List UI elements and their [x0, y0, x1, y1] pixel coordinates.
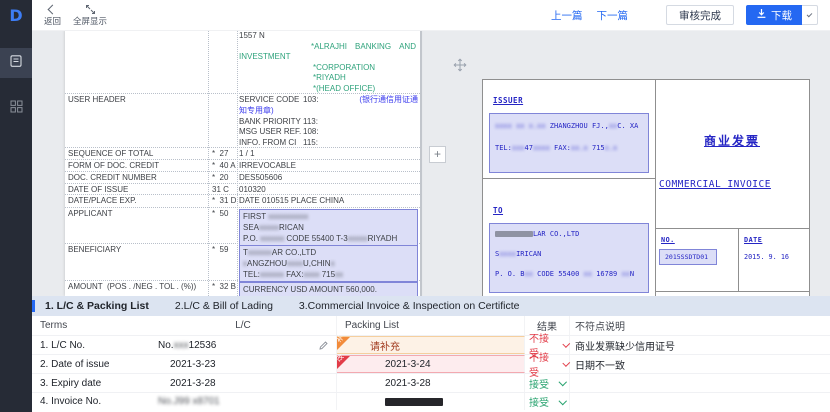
invoice-no-label: NO.	[661, 236, 675, 244]
zoom-in-button[interactable]: +	[429, 146, 446, 163]
app-window: D 返回 全屏显示 上一篇 下一篇 审核完成	[0, 0, 830, 412]
document-scrollbar[interactable]	[420, 30, 422, 296]
highlighted-field: CURRENCY USD AMOUNT 560,000.	[239, 282, 418, 296]
download-button[interactable]: 下载	[746, 5, 802, 25]
edit-icon[interactable]	[319, 341, 328, 350]
result-select[interactable]: 接受	[529, 376, 566, 391]
comparison-tabbar: 1. L/C & Packing List 2.L/C & Bill of La…	[32, 296, 830, 316]
sidebar: D	[0, 0, 32, 412]
tab-commercial-invoice-inspection[interactable]: 3.Commercial Invoice & Inspection on Cer…	[299, 300, 520, 312]
commercial-invoice-document: ISSUER xxxx xx x.xx ZHANGZHOU FJ.,xxC. X…	[482, 79, 810, 298]
download-split-button: 下载	[746, 5, 818, 25]
topbar: 返回 全屏显示 上一篇 下一篇 审核完成 下载	[32, 0, 830, 31]
swift-row-header-tail: 1557 N *ALRAJHIBANKINGAND INVESTMENT *CO…	[65, 30, 420, 94]
review-complete-button[interactable]: 审核完成	[666, 5, 734, 25]
topbar-actions: 上一篇 下一篇 审核完成 下载	[537, 5, 830, 25]
swift-row-date-place-exp: DATE/PLACE EXP.* 31 DDATE 010515 PLACE C…	[65, 195, 420, 208]
bank-stamp-note: (银行通信用证通	[359, 95, 418, 106]
next-doc-link[interactable]: 下一篇	[597, 8, 629, 23]
grid-icon	[10, 100, 23, 118]
issuer-highlight-box: xxxx xx x.xx ZHANGZHOU FJ.,xxC. XA TEL:x…	[489, 113, 649, 173]
table-header-row: Terms L/C Packing List 结果 不符点说明	[32, 316, 830, 336]
sidebar-item-dashboard[interactable]	[0, 94, 32, 124]
app-logo[interactable]: D	[5, 4, 27, 26]
redaction-block	[385, 398, 443, 406]
sidebar-item-documents[interactable]	[0, 48, 32, 78]
invoice-no-highlight-box: 2015SSDTD01	[659, 249, 717, 265]
table-row: 2. Date of issue 2021-3-23 改 2021-3-24 不…	[32, 355, 830, 374]
invoice-date-value: 2015. 9. 16	[744, 253, 789, 261]
back-icon	[49, 4, 56, 15]
highlighted-field: FIRST xxxxxxxxxx SEAxxxxxRICAN P.O. xxxx…	[239, 209, 418, 246]
invoice-date-label: DATE	[744, 236, 762, 244]
swift-row-sequence-of-total: SEQUENCE OF TOTAL* 271 / 1	[65, 148, 420, 160]
invoice-title-en: COMMERCIAL INVOICE	[659, 179, 771, 190]
table-row: 4. Invoice No. No.J99 x8701 接受	[32, 393, 830, 410]
swift-row-amount: AMOUNT (POS . /NEG . TOL . (%))* 32 B CU…	[65, 281, 420, 296]
lc-swift-document: 1557 N *ALRAJHIBANKINGAND INVESTMENT *CO…	[65, 30, 420, 296]
swift-row-beneficiary: BENEFICIARY* 59 TxxxxxxAR CO.,LTD xANGZH…	[65, 244, 420, 281]
tab-accent-bar	[32, 300, 35, 312]
msg-type: 1557 N	[239, 31, 418, 42]
download-icon	[756, 8, 767, 22]
highlighted-field: TxxxxxxAR CO.,LTD xANGZHOUxxxxU,CHINx TE…	[239, 245, 418, 282]
fullscreen-button[interactable]: 全屏显示	[73, 4, 107, 26]
table-row: 3. Expiry date 2021-3-28 2021-3-28 接受	[32, 374, 830, 393]
swift-row-date-of-issue: DATE OF ISSUE31 C010320	[65, 184, 420, 195]
result-select[interactable]: 接受	[529, 394, 566, 409]
tab-lc-packing-list[interactable]: 1. L/C & Packing List	[45, 300, 149, 312]
fullscreen-icon	[85, 4, 96, 15]
issuer-label: ISSUER	[493, 96, 523, 105]
chevron-down-icon	[807, 11, 813, 17]
to-label: TO	[493, 206, 503, 215]
comparison-table: Terms L/C Packing List 结果 不符点说明 1. L/C N…	[32, 316, 830, 410]
swift-row-user-header: USER HEADER SERVICE CODE103:(银行通信用证通 知专用…	[65, 94, 420, 148]
move-handle-icon[interactable]	[453, 58, 467, 72]
invoice-title-cn: 商业发票	[655, 132, 809, 149]
comparison-panel: 1. L/C & Packing List 2.L/C & Bill of La…	[32, 296, 830, 412]
to-highlight-box: LAR CO.,LTD SxxxxIRICAN P. O. Bxx CODE 5…	[489, 223, 649, 293]
download-dropdown-button[interactable]	[802, 5, 818, 25]
chevron-down-icon	[559, 397, 567, 405]
back-button[interactable]: 返回	[44, 4, 61, 26]
swift-row-form-of-doc-credit: FORM OF DOC. CREDIT* 40 AIRREVOCABLE	[65, 160, 420, 172]
redaction-block	[495, 231, 533, 237]
tab-lc-bill-of-lading[interactable]: 2.L/C & Bill of Lading	[175, 300, 273, 312]
swift-row-applicant: APPLICANT* 50 FIRST xxxxxxxxxx SEAxxxxxR…	[65, 208, 420, 244]
table-row: 1. L/C No. No. xxx12536 补 请补充 不接受 商业发票缺少…	[32, 336, 830, 355]
chevron-down-icon	[559, 378, 567, 386]
document-icon	[9, 54, 23, 73]
swift-row-doc-credit-number: DOC. CREDIT NUMBER* 20DES505606	[65, 172, 420, 184]
prev-doc-link[interactable]: 上一篇	[551, 8, 583, 23]
